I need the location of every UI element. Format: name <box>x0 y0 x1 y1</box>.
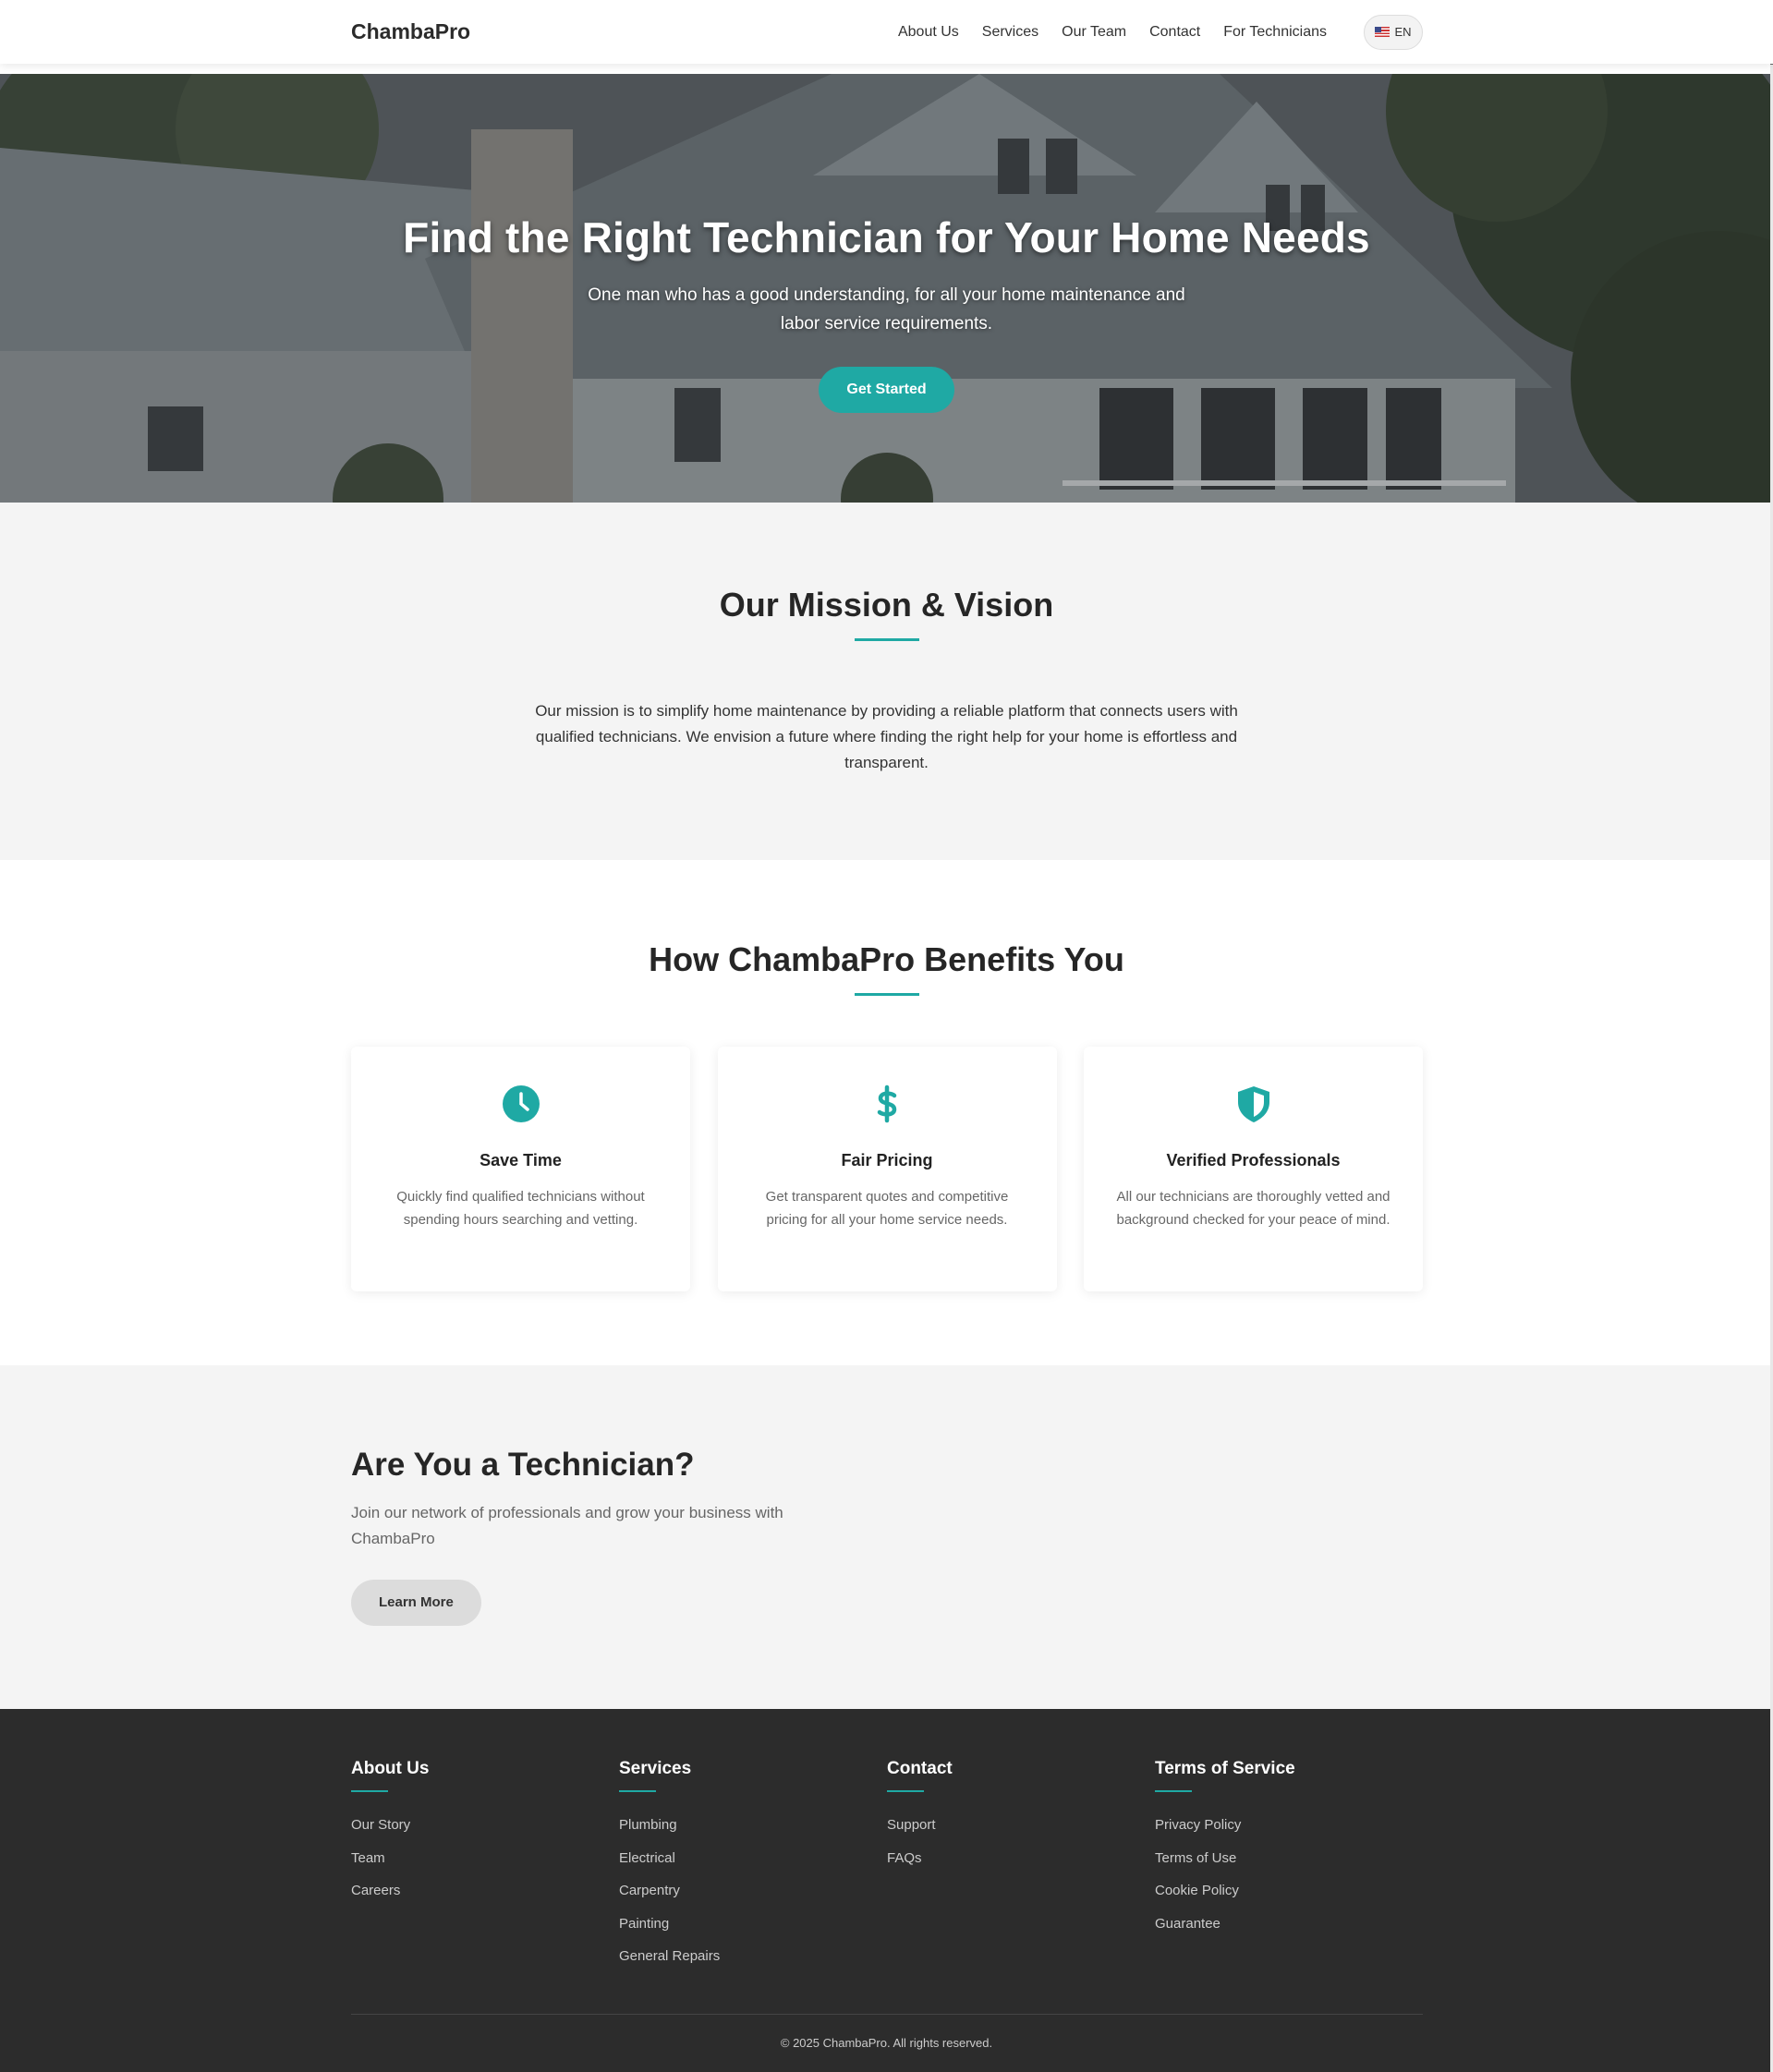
footer-link-privacy-policy[interactable]: Privacy Policy <box>1155 1809 1423 1842</box>
nav-link-contact[interactable]: Contact <box>1149 24 1200 41</box>
footer-column-title: About Us <box>351 1759 430 1778</box>
footer-link-careers[interactable]: Careers <box>351 1874 619 1908</box>
technician-title: Are You a Technician? <box>351 1447 695 1483</box>
benefit-text: Quickly find qualified technicians witho… <box>396 1189 645 1228</box>
nav-link-services[interactable]: Services <box>982 24 1038 41</box>
footer-title-underline <box>887 1790 924 1792</box>
footer-link-terms-of-use[interactable]: Terms of Use <box>1155 1842 1423 1875</box>
footer-column-title: Contact <box>887 1759 953 1778</box>
benefits-section: How ChambaPro Benefits You Save Time Qui… <box>0 860 1773 1365</box>
nav-link-our-team[interactable]: Our Team <box>1062 24 1126 41</box>
mission-text: Our mission is to simplify home maintena… <box>535 702 1238 771</box>
footer-link-our-story[interactable]: Our Story <box>351 1809 619 1842</box>
benefit-cards: Save Time Quickly find qualified technic… <box>351 1047 1423 1291</box>
footer-column-about-us: About Us Our Story Team Careers <box>351 1759 619 1973</box>
language-label: EN <box>1394 25 1412 39</box>
footer-link-electrical[interactable]: Electrical <box>619 1842 887 1875</box>
nav-links: About Us Services Our Team Contact For T… <box>875 14 1423 50</box>
mission-title: Our Mission & Vision <box>719 586 1054 624</box>
footer-link-general-repairs[interactable]: General Repairs <box>619 1940 887 1973</box>
dollar-icon <box>877 1084 897 1123</box>
footer-divider <box>351 2014 1423 2015</box>
get-started-button[interactable]: Get Started <box>819 367 954 413</box>
footer-link-cookie-policy[interactable]: Cookie Policy <box>1155 1874 1423 1908</box>
clock-icon <box>502 1085 540 1122</box>
benefit-card-save-time: Save Time Quickly find qualified technic… <box>351 1047 690 1291</box>
footer-link-plumbing[interactable]: Plumbing <box>619 1809 887 1842</box>
footer: About Us Our Story Team Careers Services… <box>0 1709 1773 2072</box>
benefits-title-underline <box>854 993 919 996</box>
learn-more-button[interactable]: Learn More <box>351 1580 481 1626</box>
benefit-card-fair-pricing: Fair Pricing Get transparent quotes and … <box>717 1047 1057 1291</box>
benefit-card-verified-professionals: Verified Professionals All our technicia… <box>1084 1047 1423 1291</box>
technician-cta-section: Are You a Technician? Join our network o… <box>0 1365 1773 1709</box>
copyright-text: © 2025 ChambaPro. All rights reserved. <box>780 2036 993 2050</box>
mission-section: Our Mission & Vision Our mission is to s… <box>0 503 1773 860</box>
footer-columns: About Us Our Story Team Careers Services… <box>351 1759 1423 1973</box>
footer-title-underline <box>619 1790 656 1792</box>
hero-subtitle: One man who has a good understanding, fo… <box>588 285 1185 333</box>
footer-column-title: Services <box>619 1759 692 1778</box>
footer-link-faqs[interactable]: FAQs <box>887 1842 1155 1875</box>
language-selector[interactable]: EN <box>1364 14 1423 50</box>
hero-title: Find the Right Technician for Your Home … <box>403 213 1370 261</box>
hero-section: Find the Right Technician for Your Home … <box>0 74 1773 503</box>
footer-column-services: Services Plumbing Electrical Carpentry P… <box>619 1759 887 1973</box>
footer-title-underline <box>1155 1790 1192 1792</box>
us-flag-icon <box>1375 27 1390 37</box>
hero-content: Find the Right Technician for Your Home … <box>0 212 1773 413</box>
footer-link-support[interactable]: Support <box>887 1809 1155 1842</box>
benefit-title: Save Time <box>480 1151 562 1169</box>
mission-title-underline <box>854 638 919 641</box>
shield-icon <box>1237 1086 1269 1122</box>
footer-column-terms-of-service: Terms of Service Privacy Policy Terms of… <box>1155 1759 1423 1973</box>
benefit-title: Verified Professionals <box>1166 1151 1341 1169</box>
nav-link-about-us[interactable]: About Us <box>898 24 959 41</box>
benefit-text: All our technicians are thoroughly vette… <box>1116 1189 1390 1228</box>
benefits-title: How ChambaPro Benefits You <box>649 940 1124 978</box>
footer-link-painting[interactable]: Painting <box>619 1908 887 1941</box>
brand-logo[interactable]: ChambaPro <box>351 19 470 44</box>
footer-column-contact: Contact Support FAQs <box>887 1759 1155 1973</box>
top-navbar: ChambaPro About Us Services Our Team Con… <box>0 0 1773 64</box>
technician-subtitle: Join our network of professionals and gr… <box>351 1504 783 1547</box>
benefit-title: Fair Pricing <box>841 1151 933 1169</box>
nav-link-for-technicians[interactable]: For Technicians <box>1223 24 1327 41</box>
footer-title-underline <box>351 1790 388 1792</box>
footer-link-team[interactable]: Team <box>351 1842 619 1875</box>
benefit-text: Get transparent quotes and competitive p… <box>765 1189 1009 1228</box>
footer-column-title: Terms of Service <box>1155 1759 1295 1778</box>
footer-link-guarantee[interactable]: Guarantee <box>1155 1908 1423 1941</box>
footer-link-carpentry[interactable]: Carpentry <box>619 1874 887 1908</box>
